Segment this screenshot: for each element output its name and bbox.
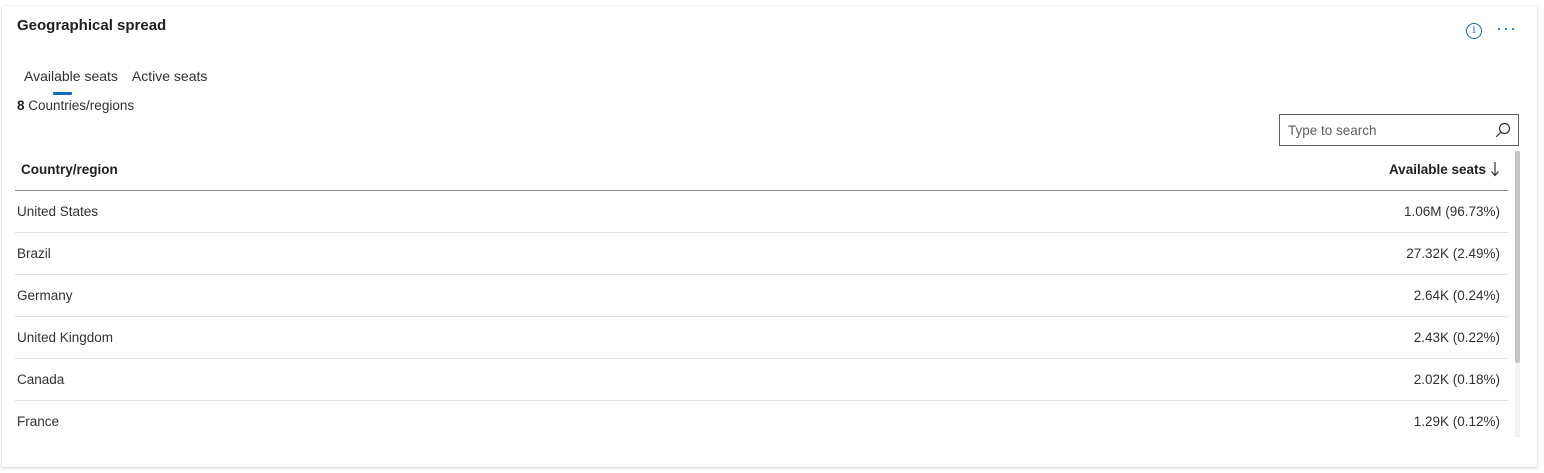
seats-cell: 1.29K (0.12%): [1413, 414, 1500, 429]
table-body: United States 1.06M (96.73%) Brazil 27.3…: [15, 191, 1508, 433]
table-scrollbar[interactable]: [1515, 151, 1520, 437]
column-header-country[interactable]: Country/region: [21, 162, 118, 177]
seats-cell: 2.02K (0.18%): [1413, 372, 1500, 387]
scrollbar-thumb[interactable]: [1515, 151, 1520, 363]
country-cell: Canada: [17, 372, 65, 387]
seats-cell: 27.32K (2.49%): [1406, 246, 1500, 261]
table-row[interactable]: United Kingdom 2.43K (0.22%): [15, 317, 1508, 359]
search-box: [1279, 114, 1519, 146]
table-row[interactable]: France 1.29K (0.12%): [15, 401, 1508, 433]
table-row[interactable]: Brazil 27.32K (2.49%): [15, 233, 1508, 275]
search-icon[interactable]: [1488, 115, 1518, 145]
tab-active-seats[interactable]: Active seats: [125, 66, 214, 94]
card-title: Geographical spread: [17, 17, 167, 34]
seats-cell: 2.43K (0.22%): [1413, 330, 1500, 345]
country-count: 8 Countries/regions: [17, 98, 134, 113]
seats-cell: 1.06M (96.73%): [1403, 204, 1500, 219]
table-header: Country/region Available seats: [15, 148, 1508, 191]
more-options-icon[interactable]: ···: [1496, 19, 1517, 42]
countries-table: Country/region Available seats United St…: [15, 148, 1508, 433]
column-header-available-seats-label: Available seats: [1388, 161, 1486, 177]
column-header-country-label: Country/region: [21, 161, 118, 177]
country-cell: Germany: [17, 288, 73, 303]
tab-available-seats[interactable]: Available seats: [17, 66, 125, 95]
country-count-number: 8: [17, 98, 25, 113]
tab-list: Available seats Active seats: [17, 66, 214, 95]
search-input[interactable]: [1280, 115, 1488, 145]
country-cell: United States: [17, 204, 99, 219]
country-cell: United Kingdom: [17, 330, 114, 345]
info-icon[interactable]: i: [1466, 23, 1483, 39]
column-header-available-seats[interactable]: Available seats: [1389, 161, 1500, 177]
country-cell: Brazil: [17, 246, 51, 261]
table-row[interactable]: Canada 2.02K (0.18%): [15, 359, 1508, 401]
card-header-actions: i ···: [1466, 19, 1517, 42]
country-cell: France: [17, 414, 60, 429]
sort-descending-icon: [1490, 161, 1500, 177]
seats-cell: 2.64K (0.24%): [1413, 288, 1500, 303]
table-row[interactable]: United States 1.06M (96.73%): [15, 191, 1508, 233]
country-count-label: Countries/regions: [28, 98, 135, 113]
table-row[interactable]: Germany 2.64K (0.24%): [15, 275, 1508, 317]
